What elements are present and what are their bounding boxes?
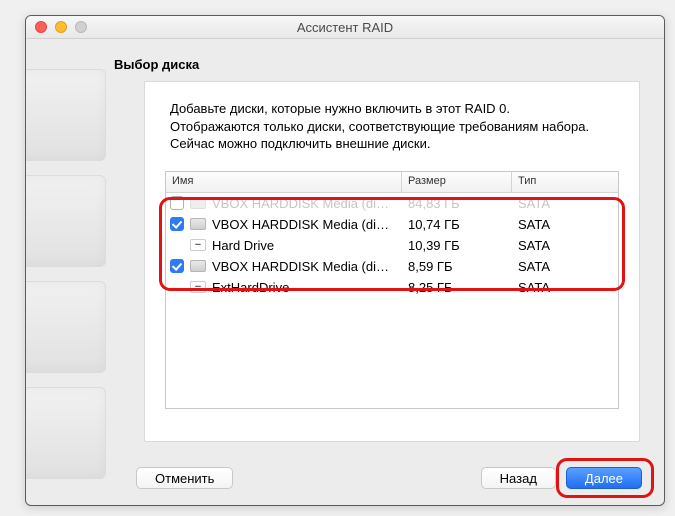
- hdd-icon: [25, 69, 106, 161]
- table-row[interactable]: −ExtHardDrive 8,25 ГБSATA: [166, 277, 618, 298]
- maximize-icon: [75, 21, 87, 33]
- disk-icon: [190, 260, 206, 272]
- disk-table: Имя Размер Тип VBOX HARDDISK Media (di… 8…: [165, 171, 619, 409]
- minimize-icon[interactable]: [55, 21, 67, 33]
- table-header: Имя Размер Тип: [166, 172, 618, 193]
- window-title: Ассистент RAID: [26, 20, 664, 35]
- disk-name: Hard Drive: [212, 238, 274, 253]
- table-row[interactable]: VBOX HARDDISK Media (di… 8,59 ГБSATA: [166, 256, 618, 277]
- disk-size: 10,39 ГБ: [402, 238, 512, 253]
- disk-type: SATA: [512, 280, 618, 295]
- disk-size: 8,25 ГБ: [402, 280, 512, 295]
- volume-icon: −: [190, 239, 206, 251]
- disk-size: 84,83 ГБ: [402, 196, 512, 211]
- checkbox-placeholder: [170, 238, 184, 252]
- row-checkbox[interactable]: [170, 217, 184, 231]
- column-header-name[interactable]: Имя: [166, 172, 402, 192]
- disk-size: 8,59 ГБ: [402, 259, 512, 274]
- page-heading: Выбор диска: [114, 57, 199, 72]
- disk-selection-panel: Добавьте диски, которые нужно включить в…: [144, 81, 640, 442]
- disk-type: SATA: [512, 259, 618, 274]
- row-checkbox[interactable]: [170, 259, 184, 273]
- next-button[interactable]: Далее: [566, 467, 642, 489]
- disk-name: VBOX HARDDISK Media (di…: [212, 259, 389, 274]
- disk-type: SATA: [512, 217, 618, 232]
- disk-name: VBOX HARDDISK Media (di…: [212, 217, 389, 232]
- disk-icon: [190, 197, 206, 209]
- intro-line: Отображаются только диски, соответствующ…: [170, 119, 589, 134]
- intro-line: Сейчас можно подключить внешние диски.: [170, 136, 431, 151]
- disk-type: SATA: [512, 238, 618, 253]
- cancel-button[interactable]: Отменить: [136, 467, 233, 489]
- table-row[interactable]: VBOX HARDDISK Media (di… 10,74 ГБSATA: [166, 214, 618, 235]
- disk-name: ExtHardDrive: [212, 280, 289, 295]
- intro-line: Добавьте диски, которые нужно включить в…: [170, 101, 510, 116]
- raid-assistant-window: Ассистент RAID Выбор диска Добавьте диск…: [25, 15, 665, 506]
- titlebar: Ассистент RAID: [26, 16, 664, 39]
- back-button[interactable]: Назад: [481, 467, 556, 489]
- intro-text: Добавьте диски, которые нужно включить в…: [145, 82, 639, 163]
- disk-icon: [190, 218, 206, 230]
- row-checkbox[interactable]: [170, 196, 184, 210]
- disk-name: VBOX HARDDISK Media (di…: [212, 196, 389, 211]
- window-controls: [26, 21, 87, 33]
- hdd-icon: [25, 281, 106, 373]
- disk-type: SATA: [512, 196, 618, 211]
- button-bar: Отменить Назад Далее: [26, 451, 664, 505]
- checkbox-placeholder: [170, 280, 184, 294]
- disk-size: 10,74 ГБ: [402, 217, 512, 232]
- table-body: VBOX HARDDISK Media (di…84,83 ГБSATAVBOX…: [166, 193, 618, 298]
- table-row[interactable]: −Hard Drive 10,39 ГБSATA: [166, 235, 618, 256]
- content-area: Выбор диска Добавьте диски, которые нужн…: [26, 39, 664, 505]
- close-icon[interactable]: [35, 21, 47, 33]
- sidebar-illustration: [25, 69, 106, 506]
- volume-icon: −: [190, 281, 206, 293]
- column-header-size[interactable]: Размер: [402, 172, 512, 192]
- hdd-icon: [25, 175, 106, 267]
- column-header-type[interactable]: Тип: [512, 172, 618, 192]
- table-row[interactable]: VBOX HARDDISK Media (di… 84,83 ГБSATA: [166, 193, 618, 214]
